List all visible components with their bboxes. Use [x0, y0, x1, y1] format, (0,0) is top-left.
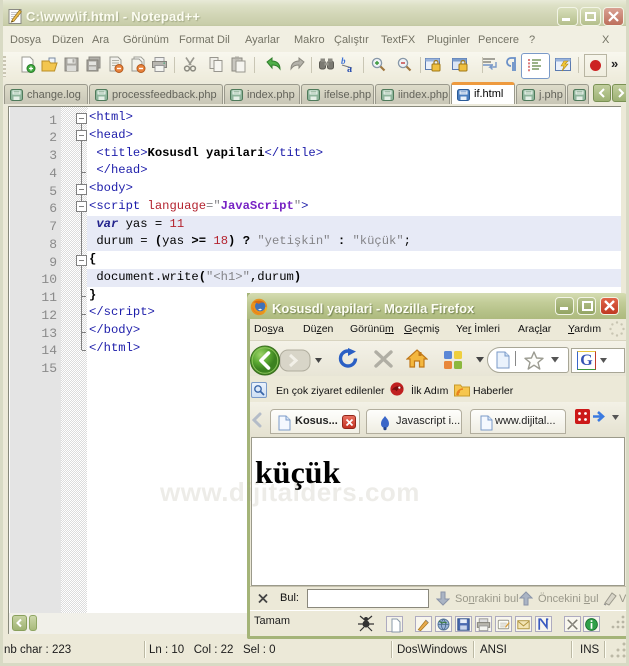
svg-text:b: b — [341, 56, 346, 66]
svg-text:a: a — [347, 64, 352, 73]
